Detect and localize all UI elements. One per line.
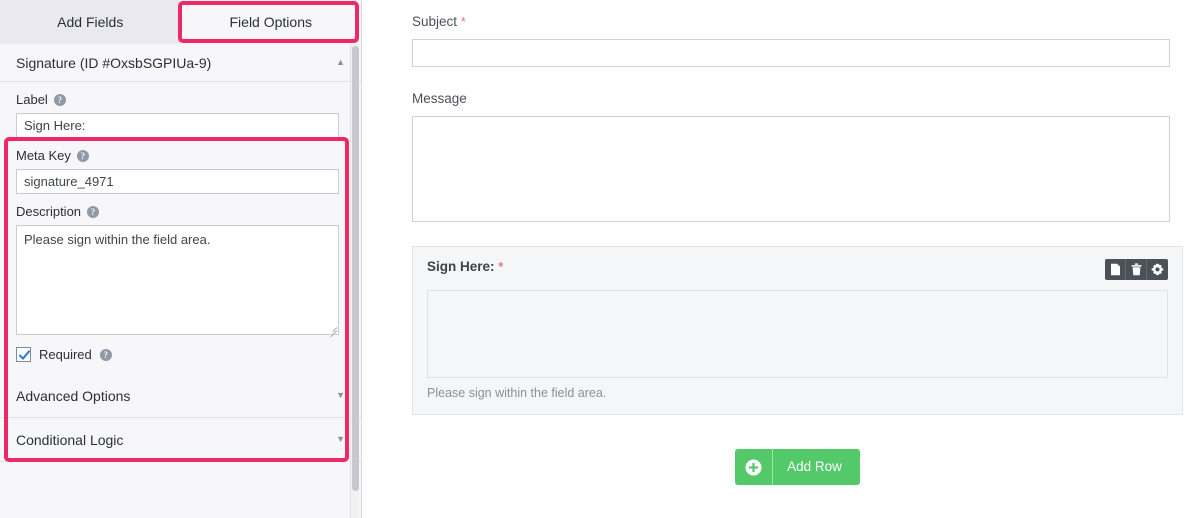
description-textarea[interactable] [16, 225, 339, 335]
required-checkbox-row: Required ? [16, 347, 345, 362]
help-icon[interactable]: ? [87, 205, 100, 218]
section-advanced-options-label: Advanced Options [16, 387, 131, 404]
message-field-group: Message [412, 91, 1171, 222]
label-input[interactable] [16, 113, 339, 138]
subject-label-row: Subject * [412, 14, 1171, 29]
required-asterisk: * [460, 14, 466, 29]
signature-row-panel: Sign Here: * Please sign within the fiel… [412, 246, 1183, 415]
add-row-button-label: Add Row [787, 459, 842, 474]
message-label-row: Message [412, 91, 1171, 106]
meta-key-input[interactable] [16, 169, 339, 194]
meta-key-label: Meta Key [16, 148, 71, 163]
signature-panel-header: Sign Here: * [427, 259, 1168, 280]
signature-label: Sign Here: [427, 259, 495, 274]
chevron-down-icon[interactable]: ▼ [336, 435, 345, 444]
required-checkbox-label: Required [39, 347, 92, 362]
label-field-group: Label ? [16, 92, 345, 138]
signature-description: Please sign within the field area. [427, 386, 607, 400]
subject-label: Subject [412, 14, 458, 29]
section-conditional-logic-label: Conditional Logic [16, 431, 124, 448]
section-advanced-options[interactable]: Advanced Options ▼ [0, 374, 361, 418]
message-label: Message [412, 91, 467, 106]
meta-key-label-row: Meta Key ? [16, 148, 345, 163]
add-row-button[interactable]: Add Row [735, 449, 860, 485]
signature-field-panel-header[interactable]: Signature (ID #OxsbSGPIUa-9) ▲ [0, 44, 361, 82]
plus-circle-icon [735, 449, 774, 485]
meta-key-field-group: Meta Key ? [16, 148, 345, 194]
description-field-group: Description ? [16, 204, 345, 338]
label-field-label-row: Label ? [16, 92, 345, 107]
description-label-row: Description ? [16, 204, 345, 219]
chevron-down-icon[interactable]: ▼ [336, 391, 345, 400]
required-asterisk: * [498, 259, 504, 274]
add-row-button-wrap: Add Row [412, 449, 1183, 485]
description-label: Description [16, 204, 82, 219]
subject-input[interactable] [412, 39, 1170, 67]
form-preview-pane: Subject * Message Sign Here: * Please si… [362, 0, 1193, 518]
signature-row-toolbar [1105, 259, 1168, 280]
help-icon[interactable]: ? [53, 93, 66, 106]
signature-field-options-body: Label ? Meta Key ? Description ? [0, 82, 361, 374]
description-textarea-wrap [16, 225, 339, 338]
tab-field-options[interactable]: Field Options [180, 0, 361, 44]
trash-icon[interactable] [1126, 259, 1147, 280]
page-icon[interactable] [1105, 259, 1126, 280]
sidebar-scrollbar-thumb[interactable] [352, 46, 359, 491]
sidebar-tabs: Add Fields Field Options [0, 0, 361, 44]
sidebar-scroll-area: Signature (ID #OxsbSGPIUa-9) ▲ Label ? M… [0, 44, 361, 518]
signature-canvas[interactable] [427, 290, 1168, 378]
label-field-label: Label [16, 92, 48, 107]
message-textarea[interactable] [412, 116, 1170, 222]
chevron-up-icon[interactable]: ▲ [336, 58, 345, 67]
subject-field-group: Subject * [412, 14, 1171, 67]
form-builder-screen: Add Fields Field Options Signature (ID #… [0, 0, 1193, 518]
help-icon[interactable]: ? [76, 149, 89, 162]
signature-field-panel-title: Signature (ID #OxsbSGPIUa-9) [16, 54, 212, 71]
gear-icon[interactable] [1147, 259, 1168, 280]
tab-field-options-label: Field Options [229, 14, 312, 30]
section-conditional-logic[interactable]: Conditional Logic ▼ [0, 418, 361, 462]
field-options-sidebar: Add Fields Field Options Signature (ID #… [0, 0, 362, 518]
required-checkbox[interactable] [16, 347, 31, 362]
tab-add-fields-label: Add Fields [57, 14, 124, 30]
help-icon[interactable]: ? [99, 348, 112, 361]
signature-label-row: Sign Here: * [427, 259, 503, 274]
tab-add-fields[interactable]: Add Fields [0, 0, 181, 44]
sidebar-scrollbar[interactable] [350, 44, 359, 518]
message-textarea-wrap [412, 116, 1170, 222]
